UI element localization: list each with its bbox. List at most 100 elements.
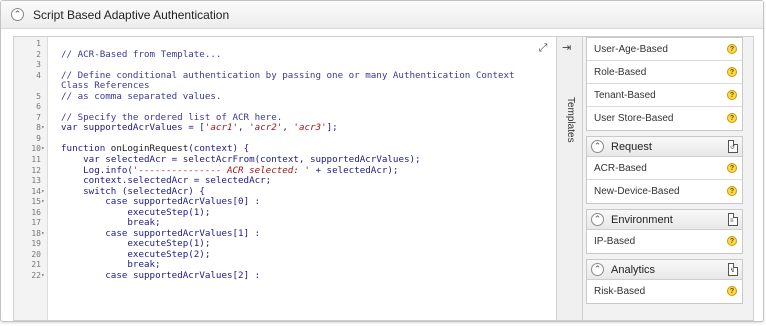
code-token: supportedAcrValues[2] : [132,270,261,282]
code-token: var [83,154,106,166]
code-text: // as comma separated values. [61,90,222,103]
code-token: break; [61,217,161,229]
line-number: 22 [31,271,41,281]
code-token: // Specify the ordered list of ACR here. [61,111,283,123]
template-group-header[interactable]: ⌃ Environment ≡ [587,210,742,230]
template-group-analytics: ⌃ Analytics ↯ Risk-Based? [586,259,743,304]
template-group-header[interactable]: ⌃ Analytics ↯ [587,260,742,280]
code-token: executeStep(2); [61,248,211,260]
template-item[interactable]: Role-Based? [587,61,742,84]
line-number: 7 [36,112,41,122]
line-number: 15 [31,197,41,207]
help-icon[interactable]: ? [727,113,737,123]
code-token: // ACR-Based from Template... [61,48,222,60]
document-icon: ↯ [728,263,738,276]
code-token: selectedAcr = selectAcrFrom(context, sup… [105,154,421,166]
collapse-right-icon[interactable]: ⇥ [562,41,571,54]
chevron-up-icon[interactable]: ⌃ [11,8,24,21]
line-number: 21 [31,260,41,270]
line-number: 4 [36,70,41,80]
template-item-label: New-Device-Based [594,186,680,197]
chevron-up-icon[interactable]: ⌃ [591,140,604,153]
code-token: // Define conditional authentication by … [61,69,515,81]
help-icon[interactable]: ? [727,90,737,100]
code-token: , [282,122,294,134]
code-token: break; [61,259,161,271]
line-number: 16 [31,207,41,217]
line-number: 5 [36,91,41,101]
help-icon[interactable]: ? [727,286,737,296]
template-group-title: Environment [611,213,673,226]
fold-arrow-icon[interactable]: ▾ [41,123,48,134]
template-item[interactable]: New-Device-Based? [587,180,742,203]
line-number: 1 [36,39,41,48]
help-icon[interactable]: ? [727,163,737,173]
code-token: + selectedAcr); [309,164,399,176]
code-token: , [238,122,250,134]
template-item-label: Risk-Based [594,286,646,297]
template-item-label: User-Age-Based [594,43,668,55]
code-text: case supportedAcrValues[2] : [61,270,261,282]
template-group-header[interactable]: ⌃ Request ↺ [587,137,742,157]
fold-arrow-icon[interactable]: ▾ [41,187,48,198]
code-token: Log.info( [61,164,133,176]
code-token: 'acr3' [293,122,327,134]
template-group-title: Request [611,140,652,153]
help-icon[interactable]: ? [727,67,737,77]
line-number: 9 [36,133,41,143]
code-line: 2 // ACR-Based from Template... [14,48,556,61]
template-item[interactable]: User Store-Based? [587,107,742,130]
line-number: 6 [36,102,41,112]
code-token: // as comma separated values. [61,90,222,102]
template-item[interactable]: ACR-Based? [587,157,742,180]
code-token: '--------------- ACR selected: ' [132,164,310,176]
code-line: 22 ▾ case supportedAcrValues[2] : [14,270,556,282]
fold-arrow-icon[interactable]: ▾ [41,144,48,155]
code-line: 5 // as comma separated values. [14,90,556,103]
expand-icon[interactable]: ⤢ [536,41,550,55]
line-number: 11 [31,155,41,165]
template-group-title: Analytics [611,263,656,276]
code-token: supportedAcrValues = [ [83,122,205,134]
line-number: 8 [36,123,41,133]
help-icon[interactable]: ? [727,44,737,54]
code-token: (selectedAcr) { [121,185,205,197]
code-token: executeStep(1); [61,206,211,218]
panel-header[interactable]: ⌃ Script Based Adaptive Authentication [1,1,763,29]
code-lines: 1 2 // ACR-Based from Template... 3 4 // Defi… [14,39,556,282]
code-token: ]; [326,122,338,134]
fold-arrow-icon[interactable]: ▾ [41,229,48,240]
document-icon: ↺ [728,140,738,153]
template-item[interactable]: IP-Based? [587,230,742,253]
template-item[interactable]: User-Age-Based? [587,38,742,61]
chevron-up-icon[interactable]: ⌃ [591,263,604,276]
code-token: case [105,270,133,282]
code-token: (context) { [188,143,250,155]
panel-title: Script Based Adaptive Authentication [33,7,230,22]
help-icon[interactable]: ? [727,236,737,246]
chevron-up-icon[interactable]: ⌃ [591,213,604,226]
code-token: case [105,227,133,239]
fold-arrow-icon[interactable]: ▾ [41,271,48,282]
line-number: 19 [31,239,41,249]
code-token: context.selectedAcr = selectedAcr; [61,175,272,187]
help-icon[interactable]: ? [727,186,737,196]
line-number: 20 [31,249,41,259]
templates-tab[interactable]: ⇥ Templates [557,37,583,320]
code-token: executeStep(1); [61,238,211,250]
template-item[interactable]: Risk-Based? [587,280,742,303]
templates-sidebar: User-Age-Based? Role-Based? Tenant-Based? U… [584,37,752,320]
template-item[interactable]: Tenant-Based? [587,84,742,107]
code-token: var [61,122,84,134]
script-editor[interactable]: 1 2 // ACR-Based from Template... 3 4 // Defi… [14,37,557,320]
code-token: supportedAcrValues[0] : [132,196,261,208]
template-item-label: User Store-Based [594,113,674,124]
code-token: case [105,196,133,208]
fold-arrow-icon[interactable]: ▾ [41,197,48,208]
line-number: 3 [36,60,41,70]
code-token: onLoginRequest [110,143,189,155]
line-number: 10 [31,144,41,154]
